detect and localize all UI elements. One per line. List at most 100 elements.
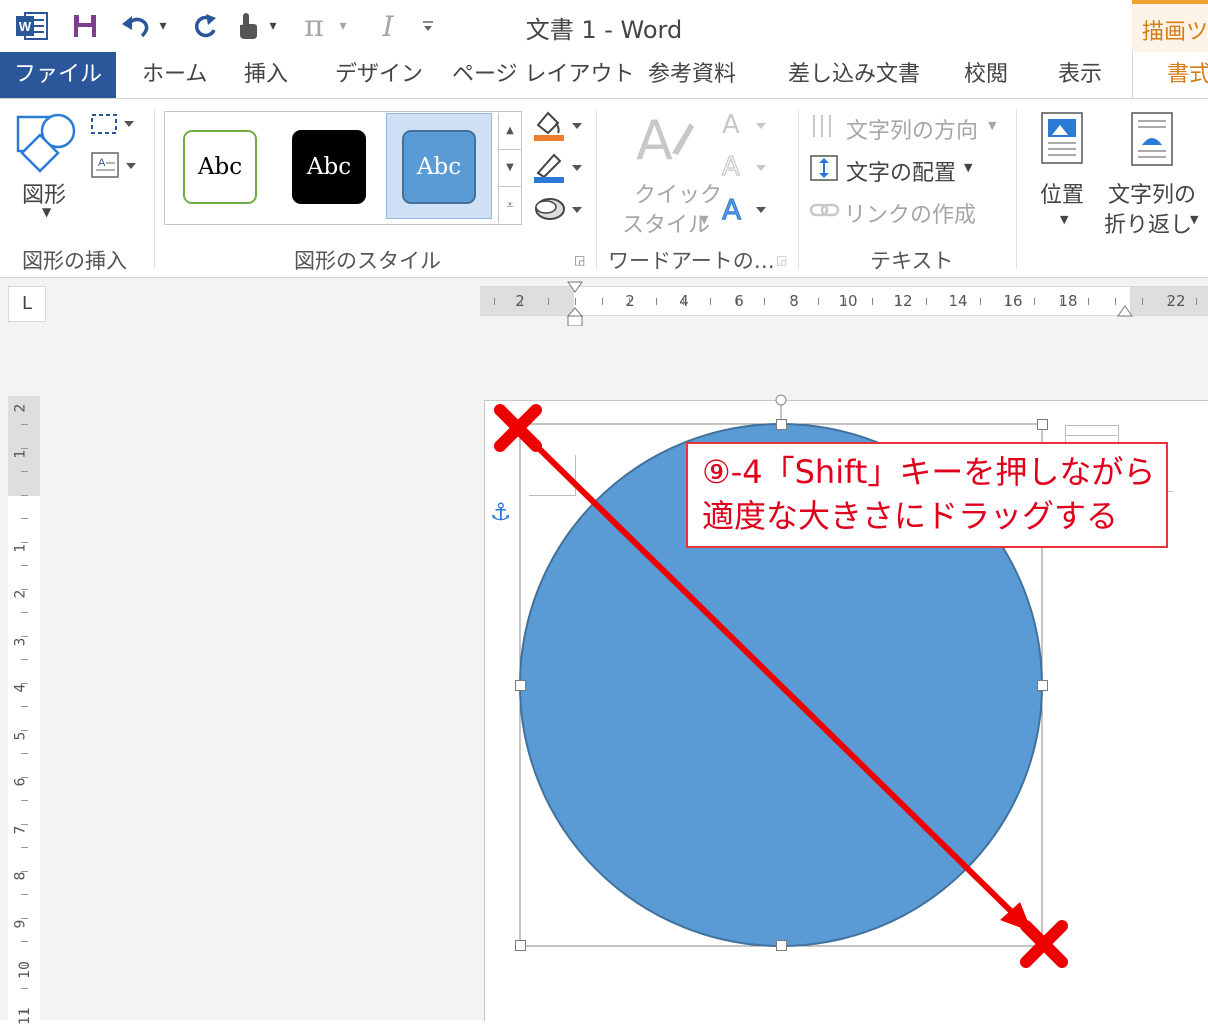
ruler-number: 7 <box>12 825 29 835</box>
ruler-tick <box>21 894 28 895</box>
ruler-tick <box>818 298 819 305</box>
ruler-tick <box>21 800 28 801</box>
gallery-more-icon[interactable]: ⩡ <box>499 187 521 223</box>
svg-text:A: A <box>722 110 740 140</box>
create-link-button[interactable]: リンクの作成 <box>844 197 976 229</box>
text-outline-icon[interactable]: A <box>720 149 770 185</box>
group-separator <box>596 109 597 269</box>
ruler-tick <box>21 471 28 472</box>
text-direction-dropdown-icon[interactable]: ▼ <box>988 119 996 132</box>
shape-styles-group-label: 図形のスタイル <box>294 249 441 273</box>
tab-home[interactable]: ホーム <box>142 52 207 98</box>
horizontal-ruler[interactable]: 2 2 4 6 8 10 12 14 16 18 22 <box>480 286 1208 316</box>
shape-effects-icon[interactable] <box>530 191 586 227</box>
tab-mailings[interactable]: 差し込み文書 <box>788 52 920 98</box>
position-button-label[interactable]: 位置 <box>1040 177 1084 209</box>
ruler-tick <box>1007 298 1008 305</box>
shapes-dropdown-icon[interactable]: ▼ <box>42 205 51 219</box>
quick-styles-label-line2[interactable]: スタイル <box>622 207 710 239</box>
shape-styles-dialog-launcher-icon[interactable]: ◲ <box>574 253 585 267</box>
ruler-number: 9 <box>12 919 29 929</box>
instruction-callout: ⑨-4「Shift」キーを押しながら 適度な大きさにドラッグする <box>686 442 1168 548</box>
tab-design[interactable]: デザイン <box>335 52 423 98</box>
tab-review[interactable]: 校閲 <box>964 52 1008 98</box>
text-effects-icon[interactable]: A <box>720 191 770 227</box>
first-line-indent-marker-icon[interactable] <box>566 280 584 332</box>
right-indent-marker-icon[interactable] <box>1116 304 1134 324</box>
ruler-number: 6 <box>12 777 29 787</box>
create-link-icon[interactable] <box>808 197 842 223</box>
ruler-number: 8 <box>12 871 29 881</box>
ruler-tick <box>21 871 28 872</box>
tab-page-layout[interactable]: ページ レイアウト <box>452 52 635 98</box>
wrap-text-icon[interactable] <box>1130 111 1176 169</box>
shape-fill-icon[interactable] <box>530 107 586 143</box>
position-icon[interactable] <box>1040 111 1086 167</box>
ruler-tick <box>21 683 28 684</box>
group-separator <box>154 109 155 269</box>
tab-references[interactable]: 参考資料 <box>648 52 736 98</box>
ruler-tick <box>548 298 549 305</box>
wrap-text-label-line2[interactable]: 折り返し <box>1104 207 1192 239</box>
text-group-label: テキスト <box>870 249 954 273</box>
quick-styles-icon[interactable]: A <box>632 109 696 175</box>
ruler-tick <box>764 298 765 305</box>
ruler-number: 3 <box>12 637 29 647</box>
drawing-tools-context-label: 描画ツール <box>1132 0 1208 52</box>
instruction-line-2: 適度な大きさにドラッグする <box>702 497 1119 535</box>
ribbon: 図形 ▼ A 図形の挿入 Abc Abc Abc ▲ ▼ ⩡ 図形のスタイル ◲… <box>0 99 1208 278</box>
tab-insert[interactable]: 挿入 <box>244 52 288 98</box>
position-dropdown-icon[interactable]: ▼ <box>1060 213 1068 226</box>
ruler-tick <box>1169 298 1170 305</box>
tab-view[interactable]: 表示 <box>1058 52 1102 98</box>
ruler-tick <box>21 612 28 613</box>
ruler-tick <box>21 659 28 660</box>
gallery-scroll-down-icon[interactable]: ▼ <box>499 150 521 187</box>
gallery-scroll-up-icon[interactable]: ▲ <box>499 113 521 150</box>
shape-style-white-green[interactable]: Abc <box>183 130 257 204</box>
text-direction-button[interactable]: 文字列の方向 <box>846 113 978 145</box>
text-fill-icon[interactable]: A <box>720 107 770 143</box>
ruler-number: 14 <box>948 292 968 310</box>
ruler-tick <box>21 941 28 942</box>
wrap-text-label-line1[interactable]: 文字列の <box>1108 177 1196 209</box>
wrap-text-dropdown-icon[interactable]: ▼ <box>1190 213 1198 226</box>
horizontal-ruler-ticks: 2 2 4 6 8 10 12 14 16 18 22 <box>480 287 1208 315</box>
ruler-tick <box>602 298 603 305</box>
text-box-icon[interactable]: A <box>88 149 140 183</box>
ruler-number: 1 <box>12 449 29 459</box>
ruler-tick <box>21 988 28 989</box>
vertical-ruler[interactable]: 2 1 1 2 3 4 5 6 7 8 9 10 11 <box>8 396 40 1025</box>
ruler-tick <box>872 298 873 305</box>
quick-styles-dropdown-icon[interactable]: ▼ <box>700 213 708 226</box>
shape-style-black[interactable]: Abc <box>292 130 366 204</box>
shape-outline-icon[interactable] <box>530 149 586 185</box>
ruler-number: 10 <box>838 292 858 310</box>
ruler-tick <box>494 298 495 305</box>
align-text-dropdown-icon[interactable]: ▼ <box>964 161 972 174</box>
tab-format[interactable]: 書式 <box>1132 52 1208 98</box>
gallery-scroll: ▲ ▼ ⩡ <box>498 113 521 223</box>
align-text-icon[interactable] <box>808 153 840 183</box>
shape-style-blue[interactable]: Abc <box>402 130 476 204</box>
tab-selector[interactable]: L <box>8 286 46 322</box>
text-direction-icon[interactable] <box>808 111 840 141</box>
insert-shapes-group-label: 図形の挿入 <box>22 249 127 273</box>
svg-text:A: A <box>722 193 741 226</box>
tab-file[interactable]: ファイル <box>0 52 116 98</box>
ruler-tick <box>710 298 711 305</box>
ruler-number: 4 <box>12 683 29 693</box>
ruler-tick <box>980 298 981 305</box>
ruler-number: 2 <box>625 292 635 310</box>
window-title: 文書 1 - Word <box>525 16 683 44</box>
edit-shape-icon[interactable] <box>88 109 140 139</box>
svg-text:A: A <box>98 157 106 169</box>
wordart-dialog-launcher-icon[interactable]: ◲ <box>776 253 787 267</box>
ruler-tick <box>21 918 28 919</box>
ruler-tick <box>737 298 738 305</box>
quick-styles-label-line1[interactable]: クイック <box>634 177 722 209</box>
shapes-icon[interactable] <box>14 109 80 179</box>
align-text-button[interactable]: 文字の配置 <box>846 155 956 187</box>
ruler-tick <box>21 706 28 707</box>
ruler-number: 5 <box>12 731 29 741</box>
